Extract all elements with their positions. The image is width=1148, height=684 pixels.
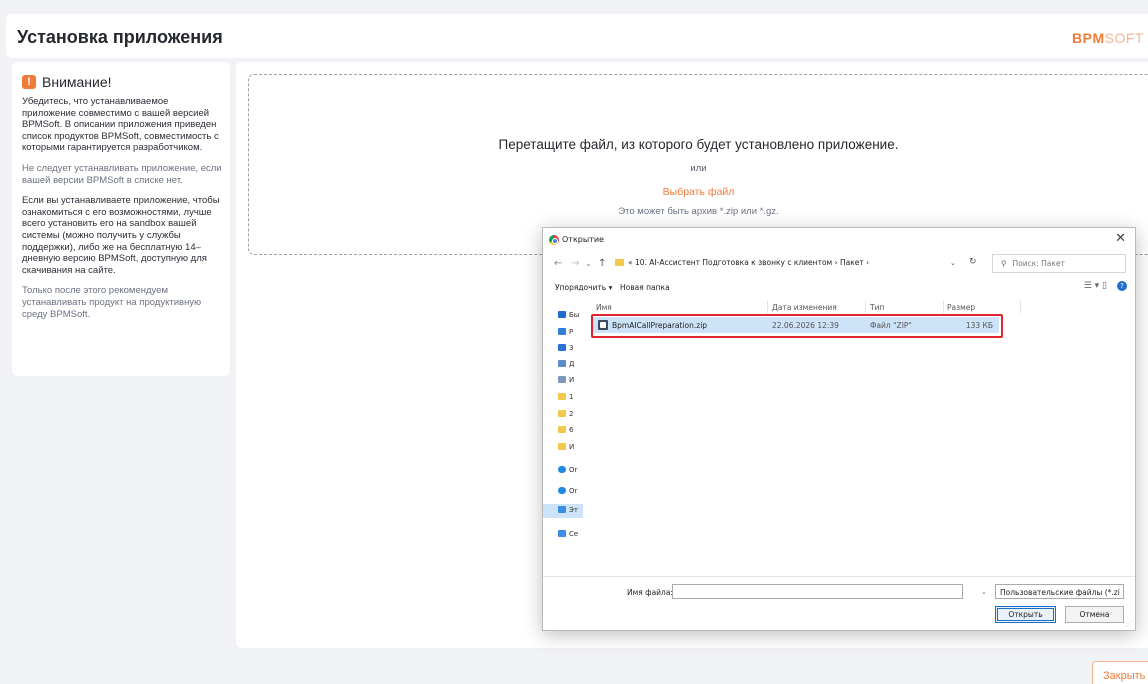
page-header: Установка приложения BPMSOFT	[6, 14, 1148, 58]
folder-icon	[558, 443, 566, 450]
nav-item-folder-3[interactable]: 6	[558, 426, 583, 438]
close-button[interactable]: Закрыть	[1092, 661, 1148, 684]
chrome-icon	[549, 235, 559, 245]
dialog-navbar: ← → ⌄ ↑ « 10. AI-Ассистент Подготовка к …	[543, 254, 1135, 276]
close-icon[interactable]: ✕	[1115, 231, 1126, 246]
desktop-icon	[558, 328, 566, 335]
choose-file-link[interactable]: Выбрать файл	[249, 186, 1148, 198]
help-icon[interactable]: ?	[1117, 281, 1127, 291]
address-bar[interactable]: « 10. AI-Ассистент Подготовка к звонку с…	[615, 254, 985, 273]
nav-item-desktop[interactable]: Р	[558, 328, 583, 340]
nav-item-folder-1[interactable]: 1	[558, 393, 583, 405]
nav-item-this-pc[interactable]: Эт	[543, 504, 583, 518]
view-options[interactable]: ☰ ▾ ▯?	[1084, 281, 1127, 291]
dialog-titlebar: Открытие ✕	[543, 228, 1135, 252]
nav-item-quick-access[interactable]: Бы	[558, 311, 583, 323]
nav-item-documents[interactable]: Д	[558, 360, 583, 372]
navigation-pane: Бы Р З Д И 1 2 6 И Or Or Эт Се	[543, 301, 583, 581]
column-size[interactable]: Размер	[947, 303, 975, 312]
download-icon	[558, 344, 566, 351]
nav-item-folder-4[interactable]: И	[558, 443, 583, 455]
star-icon	[558, 311, 566, 318]
folder-icon	[558, 410, 566, 417]
folder-icon	[615, 259, 624, 266]
refresh-icon[interactable]: ↻	[969, 257, 977, 267]
computer-icon	[558, 506, 566, 513]
network-icon	[558, 530, 566, 537]
warning-text-4: Только после этого рекомендуем устанавли…	[22, 285, 202, 320]
nav-item-network[interactable]: Се	[558, 530, 583, 542]
filename-dropdown-icon[interactable]: ⌄	[981, 588, 987, 596]
warning-text-3: Если вы устанавливаете приложение, чтобы…	[22, 195, 220, 276]
organize-button[interactable]: Упорядочить ▾	[555, 283, 612, 292]
cloud-icon	[558, 487, 566, 494]
page-title: Установка приложения	[17, 27, 223, 47]
resize-grip-icon[interactable]: ⋰	[1126, 620, 1133, 628]
view-icon[interactable]: ☰ ▾ ▯	[1084, 281, 1107, 291]
column-name[interactable]: Имя	[596, 303, 612, 312]
up-arrow-icon[interactable]: ↑	[598, 258, 606, 269]
file-list-header: Имя Дата изменения Тип Размер	[593, 301, 1133, 313]
search-icon: ⚲	[1001, 259, 1007, 268]
dropzone-hint: Это может быть архив *.zip или *.gz.	[618, 206, 779, 217]
cloud-icon	[558, 466, 566, 473]
folder-icon	[558, 426, 566, 433]
filename-input[interactable]	[672, 584, 963, 599]
column-date[interactable]: Дата изменения	[772, 303, 837, 312]
address-dropdown-icon[interactable]: ⌄	[950, 259, 956, 267]
bpmsoft-logo: BPMSOFT	[1072, 30, 1144, 46]
dialog-toolbar: Упорядочить ▾ Новая папка ☰ ▾ ▯?	[543, 281, 1135, 297]
nav-item-onedrive-2[interactable]: Or	[558, 487, 583, 499]
column-type[interactable]: Тип	[870, 303, 884, 312]
dialog-title: Открытие	[562, 235, 604, 244]
warning-text-1: Убедитесь, что устанавливаемое приложени…	[22, 96, 219, 154]
warning-icon: !	[22, 75, 36, 89]
recent-locations-icon[interactable]: ⌄	[585, 259, 592, 268]
nav-item-folder-2[interactable]: 2	[558, 410, 583, 422]
dropzone-text: Перетащите файл, из которого будет устан…	[498, 137, 899, 152]
back-arrow-icon[interactable]: ←	[554, 258, 562, 269]
search-input[interactable]: ⚲ Поиск: Пакет	[992, 254, 1126, 273]
forward-arrow-icon[interactable]: →	[571, 258, 579, 269]
nav-item-downloads[interactable]: З	[558, 344, 583, 356]
nav-item-onedrive-1[interactable]: Or	[558, 466, 583, 478]
filename-label: Имя файла:	[627, 588, 673, 597]
nav-item-pictures[interactable]: И	[558, 376, 583, 388]
warning-text-2: Не следует устанавливать приложение, есл…	[22, 162, 222, 186]
dropzone-or: или	[690, 163, 707, 174]
open-button[interactable]: Открыть	[995, 606, 1056, 623]
file-highlight-frame	[591, 314, 1003, 338]
file-type-select[interactable]: Пользовательские файлы (*.zi ⌄	[995, 584, 1124, 599]
cancel-button[interactable]: Отмена	[1065, 606, 1124, 623]
folder-icon	[558, 393, 566, 400]
new-folder-button[interactable]: Новая папка	[620, 283, 670, 292]
document-icon	[558, 360, 566, 367]
image-icon	[558, 376, 566, 383]
warning-panel: ! Внимание! Убедитесь, что устанавливаем…	[12, 62, 230, 376]
warning-title: Внимание!	[42, 74, 112, 90]
file-open-dialog: Открытие ✕ ← → ⌄ ↑ « 10. AI-Ассистент По…	[542, 227, 1136, 631]
